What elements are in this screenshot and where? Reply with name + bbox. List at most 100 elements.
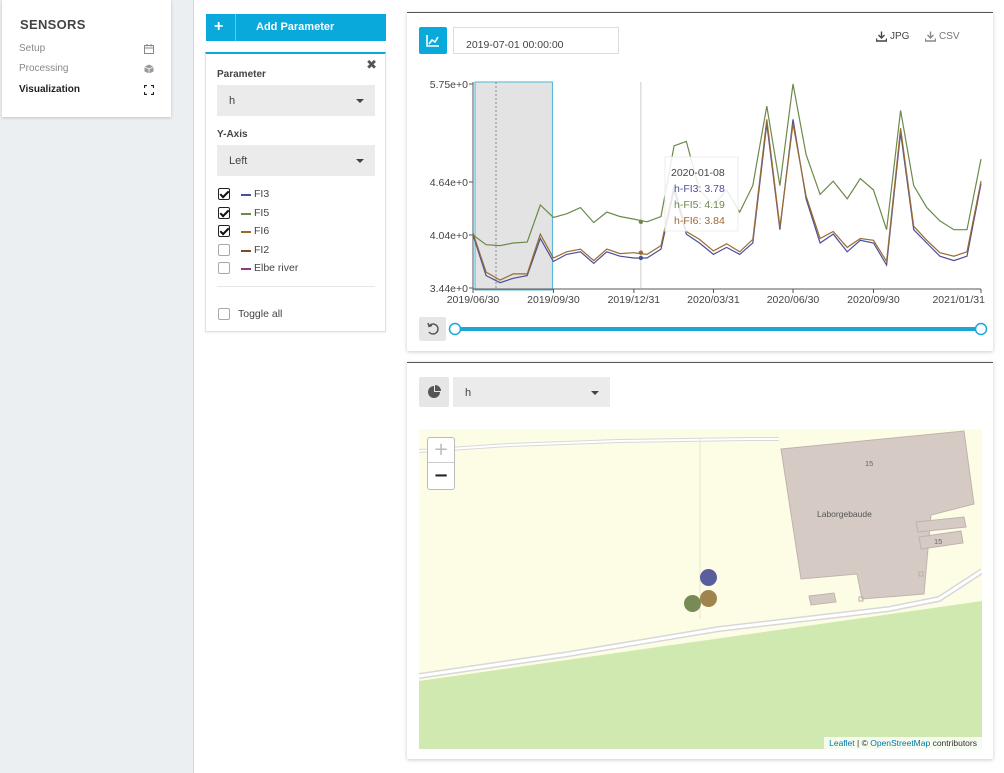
y-tick-label: 4.64e+0 [430,177,468,189]
chart-panel: 5.75e+0 4.64e+0 4.04e+0 3.44e+0 2019/06/30 20… [407,12,993,351]
sensor-label: FI6 [254,225,270,237]
cube-icon [144,64,154,74]
house-number: 15 [934,537,943,546]
sensor-checkbox-elbe-river[interactable]: Elbe river [217,261,377,277]
checkbox[interactable] [218,225,230,237]
nav-item-label: Visualization [19,84,80,95]
main-content: + Add Parameter ✖ Parameter h Y-Axis Lef… [193,0,1004,773]
x-tick-label: 2019/09/30 [527,294,580,306]
sensor-checkbox-fi5[interactable]: FI5 [217,206,377,222]
leaflet-map[interactable]: Laborgebaude 15 15 + − Leaflet | © OpenS… [419,429,982,749]
parameter-select-value: h [229,95,236,107]
nav-item-label: Processing [19,63,69,74]
parameter-panel: ✖ Parameter h Y-Axis Left FI3 FI5 FI6 FI2 El… [205,52,386,332]
checkbox[interactable] [218,188,230,200]
sensor-checkbox-fi2[interactable]: FI2 [217,243,377,259]
range-slider-handle-start[interactable] [448,322,462,336]
area-chart-icon [426,35,439,47]
sensor-label: FI3 [254,188,270,200]
tooltip-point [638,255,644,261]
tooltip-line-label: h-FI3: 3.78 [674,183,725,195]
series-swatch [241,268,251,270]
zoom-out-button[interactable]: − [428,464,454,489]
tooltip-point [638,219,644,224]
sensor-label: FI2 [254,243,270,256]
y-tick-label: 5.75e+0 [430,79,468,91]
checkbox[interactable] [218,206,230,219]
date-input[interactable] [453,27,619,54]
toggle-all-checkbox[interactable]: Toggle all [217,307,337,323]
map-tiles [419,429,982,749]
download-icon [876,31,887,42]
map-select-value: h [465,387,472,399]
x-tick-label: 2020/03/31 [687,294,740,306]
tooltip-line-label: h-FI6: 3.84 [674,215,725,227]
x-tick-label: 2020/09/30 [847,294,900,306]
leaflet-link[interactable]: Leaflet [829,738,855,748]
plus-icon: + [214,18,224,35]
expand-icon [144,85,154,95]
line-chart[interactable]: 5.75e+04.64e+04.04e+03.44e+02019/06/30 20… [407,13,993,352]
download-icon [925,31,936,42]
sensor-marker-fi5[interactable] [684,595,701,612]
left-panel: SENSORS Setup Processing Visualization [0,0,193,773]
chevron-down-icon [356,159,364,163]
house-number: 15 [865,459,874,468]
series-swatch [241,231,251,233]
sensor-checkbox-fi3[interactable]: FI3 [217,187,377,203]
nav-title: SENSORS [20,17,86,32]
reset-zoom-button[interactable] [419,317,446,341]
osm-link[interactable]: OpenStreetMap [870,738,930,748]
nav-item-visualization[interactable]: Visualization [19,84,154,100]
map-type-button[interactable] [419,377,449,407]
nav-item-setup[interactable]: Setup [19,43,154,59]
yaxis-select-value: Left [229,155,248,167]
series-swatch [241,194,251,196]
chart-type-button[interactable] [419,27,447,54]
parameter-label: Parameter [217,69,266,80]
building-label: Laborgebaude [817,509,872,519]
calendar-icon [144,44,154,54]
tooltip-point [638,250,644,255]
yaxis-label: Y-Axis [217,129,248,140]
tooltip-line-label: h-FI5: 4.19 [674,199,725,211]
add-parameter-label: Add Parameter [256,21,335,33]
yaxis-select[interactable]: Left [217,145,375,176]
x-tick-label: 2019/12/31 [608,294,661,306]
sensor-marker-fi3[interactable] [700,569,717,586]
divider [217,286,375,287]
series-swatch [241,249,251,252]
zoom-control: + − [427,437,455,490]
tooltip-date: 2020-01-08 [671,167,725,179]
jpg-label: JPG [890,31,910,42]
x-tick-label: 2019/06/30 [447,294,500,306]
attribution-separator: | © [854,738,871,748]
range-slider-handle-end[interactable] [974,322,988,336]
attribution-contributors: contributors [930,738,977,748]
checkbox[interactable] [218,308,230,320]
sensor-checkbox-fi6[interactable]: FI6 [217,224,377,240]
sensor-label: FI5 [254,206,270,219]
chevron-down-icon [591,391,599,395]
sensors-nav: SENSORS Setup Processing Visualization [2,0,171,117]
nav-item-processing[interactable]: Processing [19,63,154,79]
checkbox[interactable] [218,243,230,256]
button-divider [235,14,236,41]
sensor-marker-fi6[interactable] [700,590,717,607]
chevron-down-icon [356,99,364,103]
parameter-select[interactable]: h [217,85,375,116]
checkbox[interactable] [218,262,230,274]
map-parameter-select[interactable]: h [453,377,610,407]
add-parameter-button[interactable]: + Add Parameter [206,14,386,41]
y-tick-label: 4.04e+0 [430,230,468,242]
sensor-label: Elbe river [254,262,299,274]
map-panel: h Laborgebaude 15 15 + − Leaflet | © Ope… [407,362,993,759]
map-attribution: Leaflet | © OpenStreetMap contributors [824,737,982,749]
x-tick-label: 2021/01/31 [932,294,985,306]
series-swatch [241,212,251,215]
close-icon[interactable]: ✖ [366,57,377,73]
zoom-in-button[interactable]: + [428,438,454,463]
pie-chart-icon [428,385,441,398]
undo-icon [427,322,439,335]
x-tick-label: 2020/06/30 [767,294,820,306]
